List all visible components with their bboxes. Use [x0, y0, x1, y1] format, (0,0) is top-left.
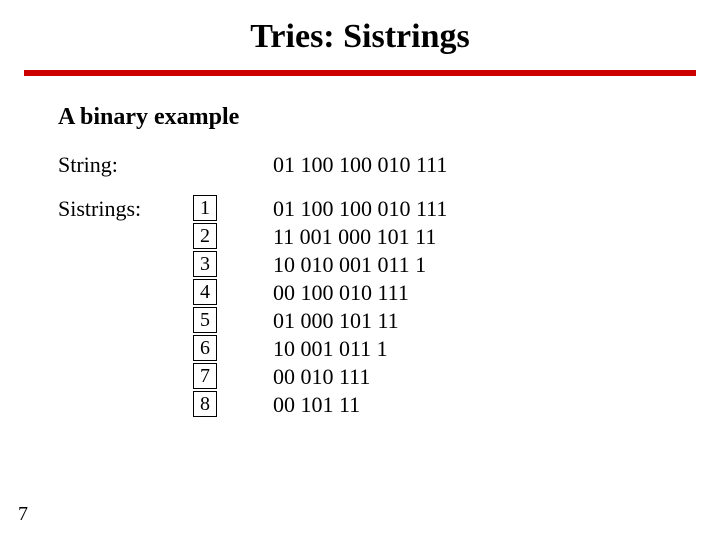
sistring-index: 4 — [193, 279, 217, 305]
sistring-value: 10 010 001 011 1 — [273, 251, 447, 279]
page-number: 7 — [18, 503, 28, 526]
sistring-index: 6 — [193, 335, 217, 361]
sistring-index: 1 — [193, 195, 217, 221]
string-value-col: 01 100 100 010 111 — [273, 151, 447, 179]
sistring-value: 01 100 100 010 111 — [273, 195, 447, 223]
sistrings-value-col: 01 100 100 010 111 11 001 000 101 11 10 … — [273, 195, 447, 419]
sistrings-index-col: 1 2 3 4 5 6 7 8 — [193, 195, 273, 419]
string-row: String: 01 100 100 010 111 — [58, 151, 698, 179]
subtitle: A binary example — [58, 104, 698, 131]
sistring-value: 01 000 101 11 — [273, 307, 447, 335]
slide-title: Tries: Sistrings — [0, 0, 720, 70]
sistring-index: 8 — [193, 391, 217, 417]
sistring-value: 10 001 011 1 — [273, 335, 447, 363]
sistring-value: 00 101 11 — [273, 391, 447, 419]
slide: Tries: Sistrings A binary example String… — [0, 0, 720, 540]
sistring-value: 00 010 111 — [273, 363, 447, 391]
sistring-index: 7 — [193, 363, 217, 389]
sistrings-row: Sistrings: 1 2 3 4 5 6 7 8 01 100 100 01… — [58, 195, 698, 419]
sistring-index: 3 — [193, 251, 217, 277]
sistrings-label: Sistrings: — [58, 195, 193, 223]
sistring-value: 00 100 010 111 — [273, 279, 447, 307]
string-label: String: — [58, 151, 193, 179]
sistring-index: 2 — [193, 223, 217, 249]
sistring-index: 5 — [193, 307, 217, 333]
sistring-value: 11 001 000 101 11 — [273, 223, 447, 251]
slide-content: A binary example String: 01 100 100 010 … — [0, 76, 720, 419]
string-value: 01 100 100 010 111 — [273, 151, 447, 179]
